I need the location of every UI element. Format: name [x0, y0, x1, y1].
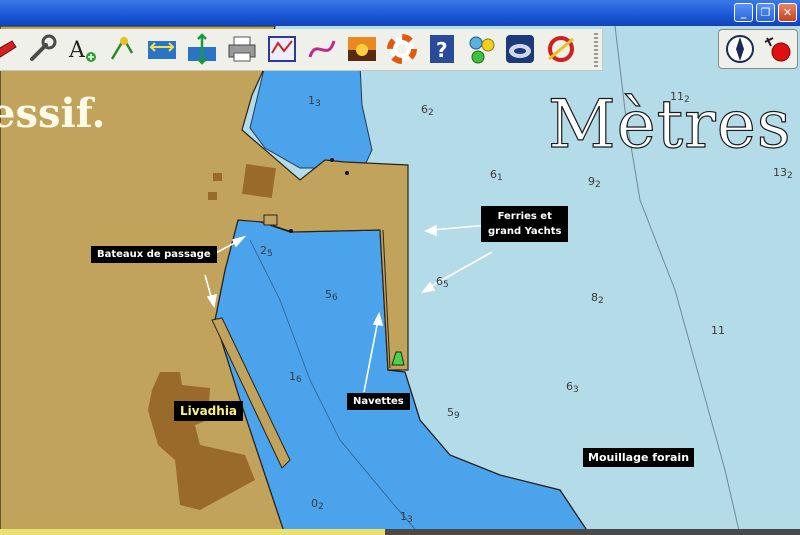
label-ferries-line1: Ferries et — [497, 211, 552, 222]
close-icon: ✕ — [782, 6, 793, 19]
minimize-button[interactable]: _ — [734, 3, 753, 22]
mooring-dot — [345, 171, 349, 175]
depth-sounding: 59 — [447, 406, 460, 421]
sunset-icon[interactable] — [346, 33, 378, 65]
depth-value: 0 — [311, 497, 318, 510]
building — [263, 214, 278, 226]
depth-value: 11 — [711, 324, 725, 337]
depth-value: 9 — [588, 175, 595, 188]
wrench-icon[interactable] — [26, 33, 58, 65]
help-icon[interactable]: ? — [426, 33, 458, 65]
depth-decimal: 2 — [598, 296, 604, 306]
label-livadhia: Livadhia — [174, 401, 244, 421]
restore-button[interactable]: ❐ — [756, 3, 775, 22]
depth-value: 6 — [566, 380, 573, 393]
depth-value: 6 — [436, 275, 443, 288]
depth-sounding: 56 — [325, 288, 338, 303]
depth-decimal: 2 — [428, 108, 434, 118]
boat-icon[interactable] — [0, 33, 18, 65]
svg-text:?: ? — [436, 38, 448, 62]
depth-sounding: 13 — [400, 510, 413, 525]
mooring-dot — [330, 158, 334, 162]
gps-device-icon[interactable] — [504, 33, 536, 65]
depth-value: 1 — [400, 510, 407, 523]
measure-distance-icon[interactable] — [146, 33, 178, 65]
depth-sounding: 132 — [773, 166, 793, 181]
depth-value: 8 — [591, 291, 598, 304]
waypoint-icon[interactable] — [106, 33, 138, 65]
depth-decimal: 6 — [332, 293, 338, 303]
print-icon[interactable] — [226, 33, 258, 65]
lifebuoy-icon[interactable] — [386, 33, 418, 65]
depth-decimal: 3 — [407, 515, 413, 525]
chart-label-massif: essif. — [0, 90, 106, 137]
label-navettes: Navettes — [347, 393, 410, 410]
depth-decimal: 2 — [787, 171, 793, 181]
depth-value: 2 — [260, 244, 267, 257]
label-ferries: Ferries et grand Yachts — [481, 206, 569, 242]
add-text-icon[interactable]: A — [66, 33, 98, 65]
record-icon[interactable] — [761, 36, 793, 64]
depth-sounding: 11 — [711, 324, 725, 337]
building — [208, 192, 217, 200]
toolbar-grip[interactable] — [594, 33, 598, 67]
depth-value: 13 — [773, 166, 787, 179]
depth-decimal: 2 — [595, 180, 601, 190]
label-mouillage-forain: Mouillage forain — [583, 448, 695, 467]
depth-value: 1 — [289, 370, 296, 383]
depth-sounding: 13 — [308, 94, 321, 109]
depth-decimal: 3 — [573, 385, 579, 395]
depth-value: 6 — [421, 103, 428, 116]
restore-icon: ❐ — [760, 6, 771, 19]
depth-value: 5 — [325, 288, 332, 301]
title-bar: _ ❐ ✕ — [0, 0, 800, 26]
status-bar-highlight — [0, 529, 385, 535]
depth-decimal: 6 — [296, 375, 302, 385]
label-ferries-line2: grand Yachts — [488, 226, 562, 237]
depth-sounding: 92 — [588, 175, 601, 190]
lifeline-icon[interactable] — [545, 33, 577, 65]
depth-value: 1 — [308, 94, 315, 107]
depth-sounding: 112 — [670, 90, 690, 105]
depth-decimal: 9 — [454, 411, 460, 421]
depth-value: 6 — [490, 168, 497, 181]
depth-decimal: 5 — [443, 280, 449, 290]
depth-sounding: 61 — [490, 168, 503, 183]
depth-sounding: 25 — [260, 244, 273, 259]
building — [213, 173, 222, 181]
svg-text:A: A — [68, 38, 86, 63]
depth-decimal: 3 — [315, 99, 321, 109]
settings-icon[interactable] — [466, 33, 498, 65]
navigation-panel — [718, 29, 798, 69]
route-icon[interactable] — [306, 33, 338, 65]
main-toolbar: A ? — [0, 29, 603, 71]
depth-sounding: 16 — [289, 370, 302, 385]
building — [242, 164, 276, 198]
depth-decimal: 5 — [267, 249, 273, 259]
compass-icon[interactable] — [725, 34, 755, 64]
depth-value: 5 — [447, 406, 454, 419]
label-bateaux-de-passage: Bateaux de passage — [91, 246, 217, 263]
minimize-icon: _ — [740, 6, 747, 19]
depth-decimal: 1 — [497, 173, 503, 183]
depth-sounding: 65 — [436, 275, 449, 290]
chart-overlay-icon[interactable] — [266, 33, 298, 65]
depth-decimal: 2 — [684, 95, 690, 105]
depth-icon[interactable] — [186, 33, 218, 65]
depth-sounding: 62 — [421, 103, 434, 118]
depth-decimal: 2 — [318, 502, 324, 512]
depth-sounding: 02 — [311, 497, 324, 512]
depth-sounding: 63 — [566, 380, 579, 395]
depth-sounding: 82 — [591, 291, 604, 306]
depth-value: 11 — [670, 90, 684, 103]
close-button[interactable]: ✕ — [778, 3, 797, 22]
mooring-dot — [289, 229, 293, 233]
